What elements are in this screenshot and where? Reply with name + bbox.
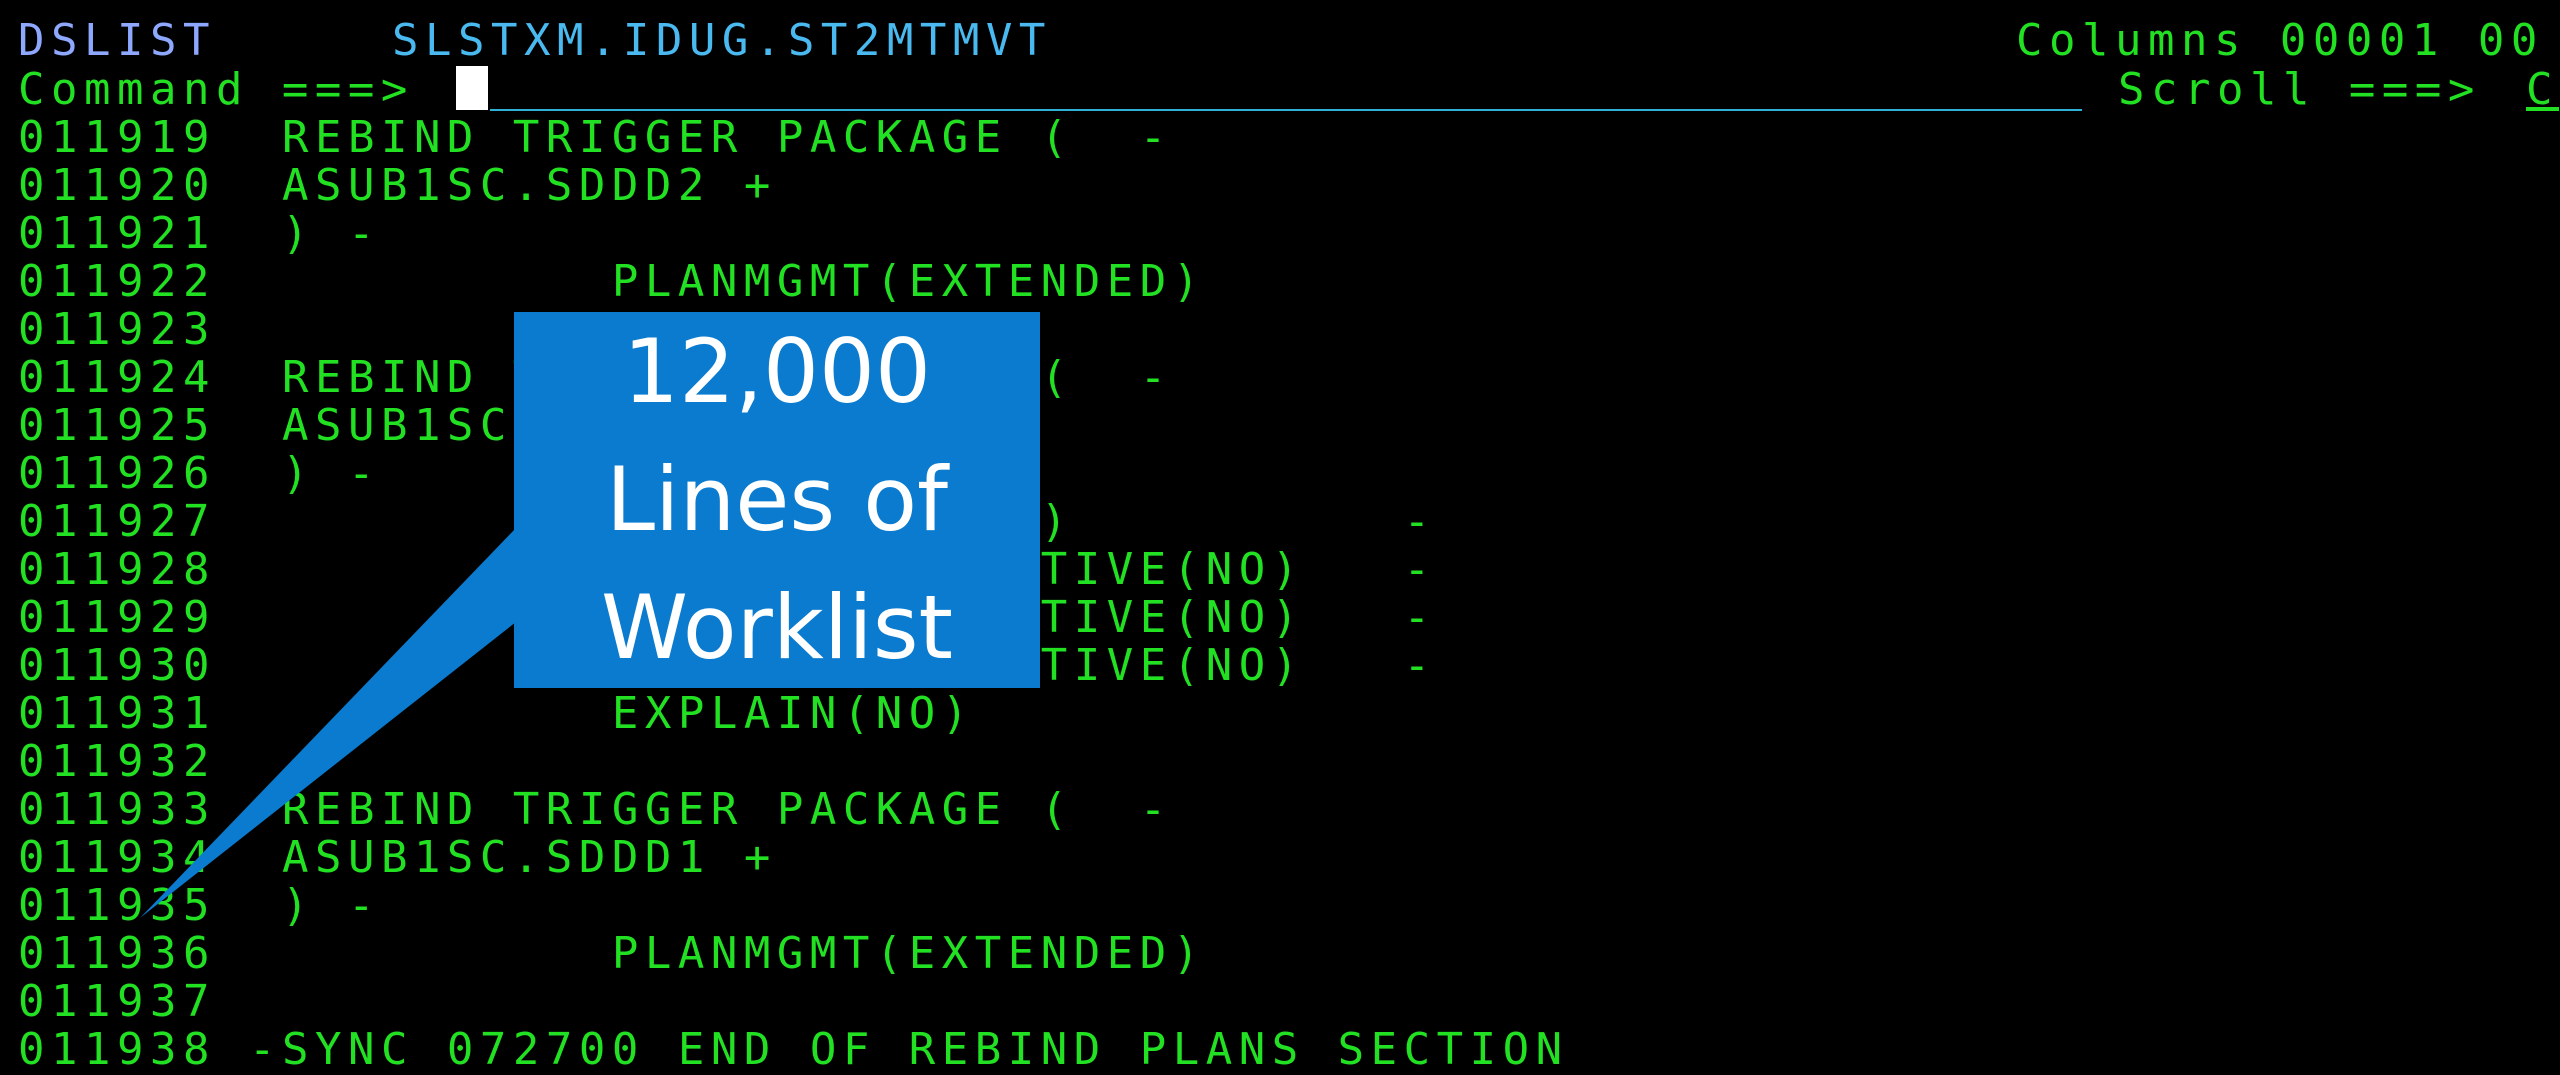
callout-text: 12,000 Lines of Worklist <box>601 308 953 692</box>
callout-line-2: Lines of <box>605 448 949 551</box>
terminal-screen: DSLIST SLSTXM.IDUG.ST2MTMVT Columns 0000… <box>0 0 2560 1074</box>
callout-line-count: 12,000 <box>623 320 931 423</box>
callout-line-3: Worklist <box>600 576 954 679</box>
callout-pointer <box>140 528 516 918</box>
callout-box: 12,000 Lines of Worklist <box>514 312 1040 688</box>
